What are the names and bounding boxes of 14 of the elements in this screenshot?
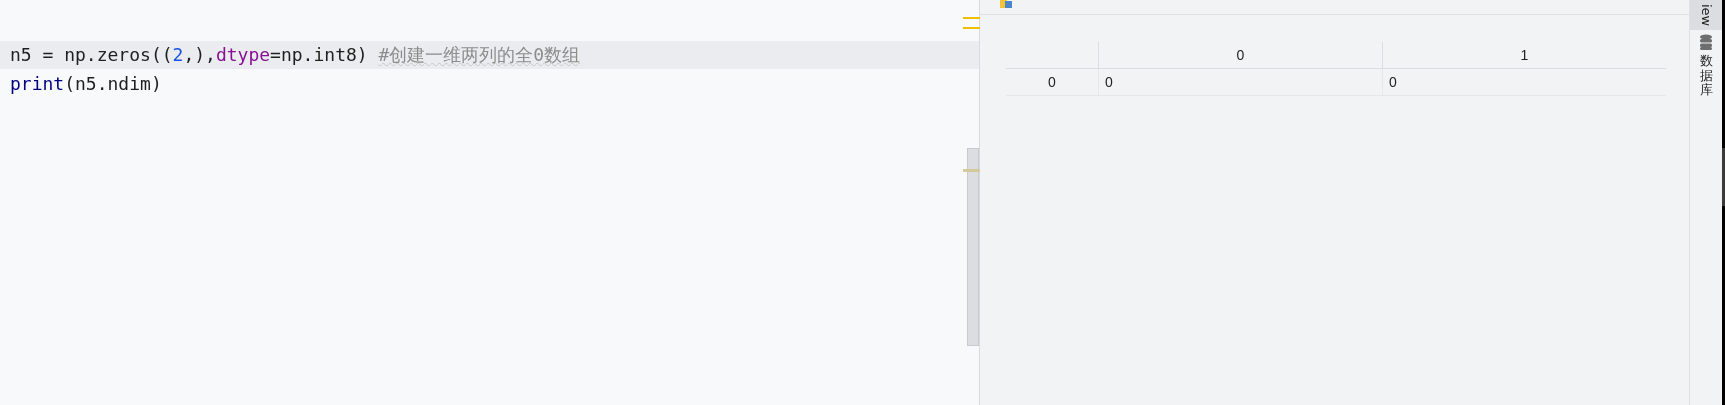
scrollbar-thumb[interactable] <box>1722 148 1725 206</box>
code-line: print(n5.ndim) <box>9 71 163 96</box>
column-header[interactable]: 0 <box>1098 42 1382 68</box>
code-editor[interactable]: n5 = np.zeros((2,),dtype=np.int8) #创建一维两列的全0数组 print(n5.ndim) <box>0 0 980 405</box>
scrollbar-thumb[interactable] <box>967 148 979 346</box>
database-icon <box>1699 34 1713 51</box>
column-header[interactable]: 1 <box>1382 42 1666 68</box>
table-cell: 0 <box>1382 69 1666 95</box>
scroll-marker <box>963 169 980 172</box>
table-cell: 0 <box>1098 69 1382 95</box>
file-icon <box>1000 0 1012 8</box>
side-tab[interactable]: iew <box>1690 0 1722 31</box>
row-index: 0 <box>1047 73 1057 92</box>
side-tab[interactable]: 数据库 <box>1690 30 1722 102</box>
